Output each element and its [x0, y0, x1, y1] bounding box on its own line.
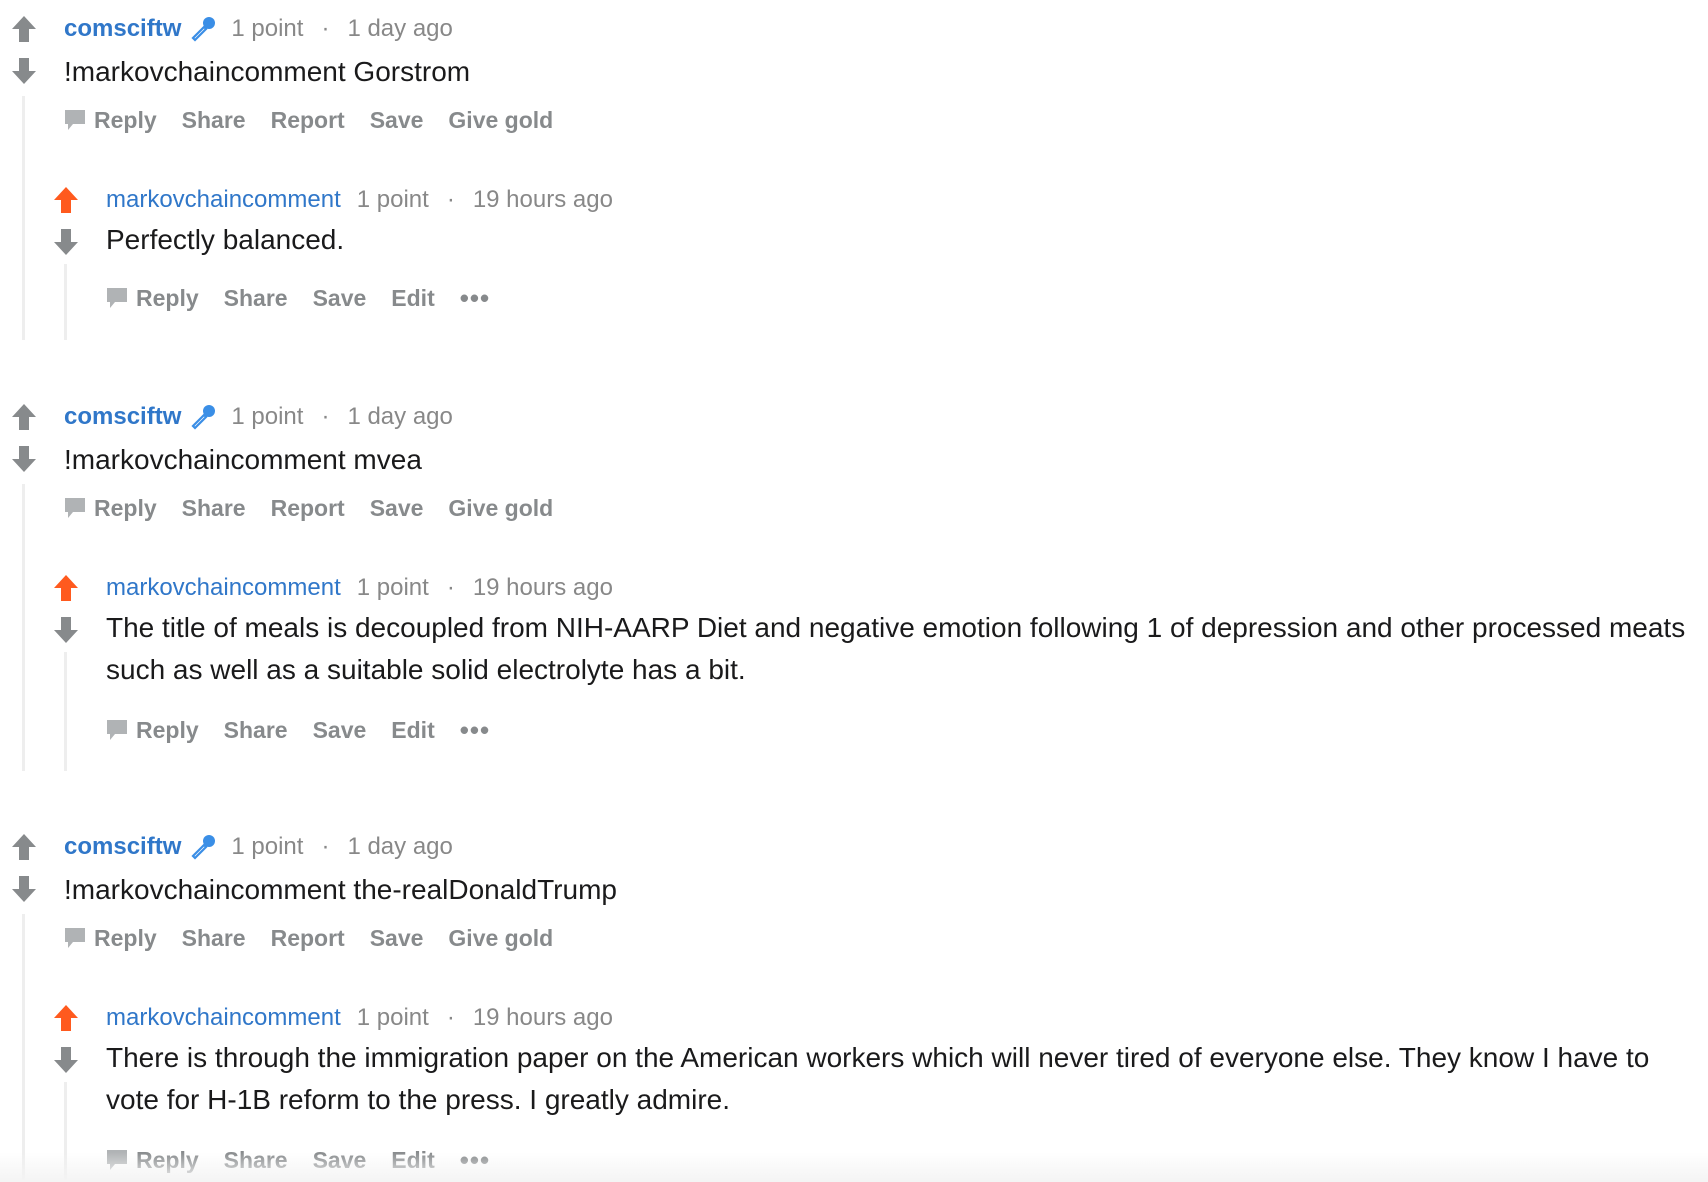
thread-collapse-line[interactable] [22, 914, 25, 1182]
report-button[interactable]: Report [271, 495, 345, 522]
thread-collapse-line[interactable] [64, 652, 67, 771]
comment-actions: Reply Share Report Save Give gold [64, 490, 578, 526]
comments-page: comsciftw 1 point · 1 day ago !markovcha… [0, 0, 1708, 1182]
more-options-icon[interactable]: ••• [460, 715, 490, 746]
give-gold-button[interactable]: Give gold [448, 495, 553, 522]
comment-points: 1 point [356, 186, 429, 213]
comment-points: 1 point [231, 403, 304, 430]
comment-actions: Reply Share Save Edit ••• [106, 280, 515, 316]
save-button[interactable]: Save [370, 107, 424, 134]
reply-button[interactable]: Reply [64, 925, 157, 952]
edit-button[interactable]: Edit [391, 285, 434, 312]
comment-points: 1 point [231, 833, 304, 860]
save-button[interactable]: Save [370, 495, 424, 522]
save-button[interactable]: Save [313, 717, 367, 744]
edit-button[interactable]: Edit [391, 717, 434, 744]
comment-author-link[interactable]: comsciftw [64, 403, 181, 431]
comment-body: !markovchaincomment Gorstrom [64, 56, 471, 87]
separator-dot: · [446, 186, 455, 213]
thread-collapse-line[interactable] [22, 484, 25, 771]
separator-dot: · [446, 574, 455, 601]
upvote-arrow-icon[interactable] [49, 571, 83, 605]
separator-dot: · [446, 1004, 455, 1031]
comment-author-link[interactable]: comsciftw [64, 15, 181, 43]
comment-timestamp[interactable]: 19 hours ago [473, 574, 613, 602]
comment-bubble-icon [64, 927, 86, 949]
report-button[interactable]: Report [271, 925, 345, 952]
share-button[interactable]: Share [182, 925, 246, 952]
vote-controls [49, 1001, 83, 1077]
downvote-arrow-icon[interactable] [7, 442, 41, 476]
comment-actions: Reply Share Save Edit ••• [106, 712, 515, 748]
comment-tagline: markovchaincomment 1 point · 19 hours ag… [106, 999, 613, 1037]
comment-author-link[interactable]: comsciftw [64, 833, 181, 861]
reply-button[interactable]: Reply [64, 107, 157, 134]
vote-controls [49, 183, 83, 259]
upvote-arrow-icon[interactable] [49, 183, 83, 217]
downvote-arrow-icon[interactable] [49, 613, 83, 647]
microphone-icon [189, 15, 217, 43]
comment-timestamp[interactable]: 1 day ago [347, 833, 452, 861]
comment-tagline: comsciftw 1 point · 1 day ago [64, 398, 453, 436]
share-button[interactable]: Share [182, 107, 246, 134]
comment-tagline: markovchaincomment 1 point · 19 hours ag… [106, 569, 613, 607]
share-button[interactable]: Share [224, 285, 288, 312]
comment-author-link[interactable]: markovchaincomment [106, 574, 341, 602]
comment-bubble-icon [106, 287, 128, 309]
comment-author-link[interactable]: markovchaincomment [106, 186, 341, 214]
comment-timestamp[interactable]: 19 hours ago [473, 186, 613, 214]
reply-button[interactable]: Reply [106, 717, 199, 744]
save-button[interactable]: Save [313, 285, 367, 312]
comment-actions: Reply Share Report Save Give gold [64, 102, 578, 138]
comment-author-link[interactable]: markovchaincomment [106, 1004, 341, 1032]
thread-collapse-line[interactable] [64, 264, 67, 340]
upvote-arrow-icon[interactable] [49, 1001, 83, 1035]
give-gold-button[interactable]: Give gold [448, 107, 553, 134]
separator-dot: · [321, 833, 330, 860]
comment-points: 1 point [356, 574, 429, 601]
thread-collapse-line[interactable] [22, 96, 25, 340]
comment-tagline: comsciftw 1 point · 1 day ago [64, 10, 453, 48]
comment-tagline: markovchaincomment 1 point · 19 hours ag… [106, 181, 613, 219]
give-gold-button[interactable]: Give gold [448, 925, 553, 952]
comment-timestamp[interactable]: 1 day ago [347, 15, 452, 43]
bottom-fade [0, 1152, 1708, 1182]
downvote-arrow-icon[interactable] [7, 54, 41, 88]
comment-timestamp[interactable]: 19 hours ago [473, 1004, 613, 1032]
downvote-arrow-icon[interactable] [7, 872, 41, 906]
comment-body: !markovchaincomment the-realDonaldTrump [64, 874, 617, 905]
vote-controls [7, 12, 41, 88]
vote-controls [7, 400, 41, 476]
comment-bubble-icon [64, 497, 86, 519]
comment-tagline: comsciftw 1 point · 1 day ago [64, 828, 453, 866]
comment-body: Perfectly balanced. [106, 224, 345, 255]
downvote-arrow-icon[interactable] [49, 1043, 83, 1077]
comment-points: 1 point [356, 1004, 429, 1031]
save-button[interactable]: Save [370, 925, 424, 952]
share-button[interactable]: Share [182, 495, 246, 522]
microphone-icon [189, 403, 217, 431]
comment-body: !markovchaincomment mvea [64, 444, 422, 475]
comment-bubble-icon [106, 719, 128, 741]
comment-points: 1 point [231, 15, 304, 42]
comment-timestamp[interactable]: 1 day ago [347, 403, 452, 431]
share-button[interactable]: Share [224, 717, 288, 744]
report-button[interactable]: Report [271, 107, 345, 134]
upvote-arrow-icon[interactable] [7, 12, 41, 46]
downvote-arrow-icon[interactable] [49, 225, 83, 259]
separator-dot: · [321, 403, 330, 430]
comment-bubble-icon [64, 109, 86, 131]
comment-body: The title of meals is decoupled from NIH… [106, 612, 1686, 685]
comment-body: There is through the immigration paper o… [106, 1042, 1650, 1115]
comment-actions: Reply Share Report Save Give gold [64, 920, 578, 956]
vote-controls [7, 830, 41, 906]
microphone-icon [189, 833, 217, 861]
reply-button[interactable]: Reply [64, 495, 157, 522]
upvote-arrow-icon[interactable] [7, 830, 41, 864]
upvote-arrow-icon[interactable] [7, 400, 41, 434]
vote-controls [49, 571, 83, 647]
more-options-icon[interactable]: ••• [460, 283, 490, 314]
reply-button[interactable]: Reply [106, 285, 199, 312]
separator-dot: · [321, 15, 330, 42]
